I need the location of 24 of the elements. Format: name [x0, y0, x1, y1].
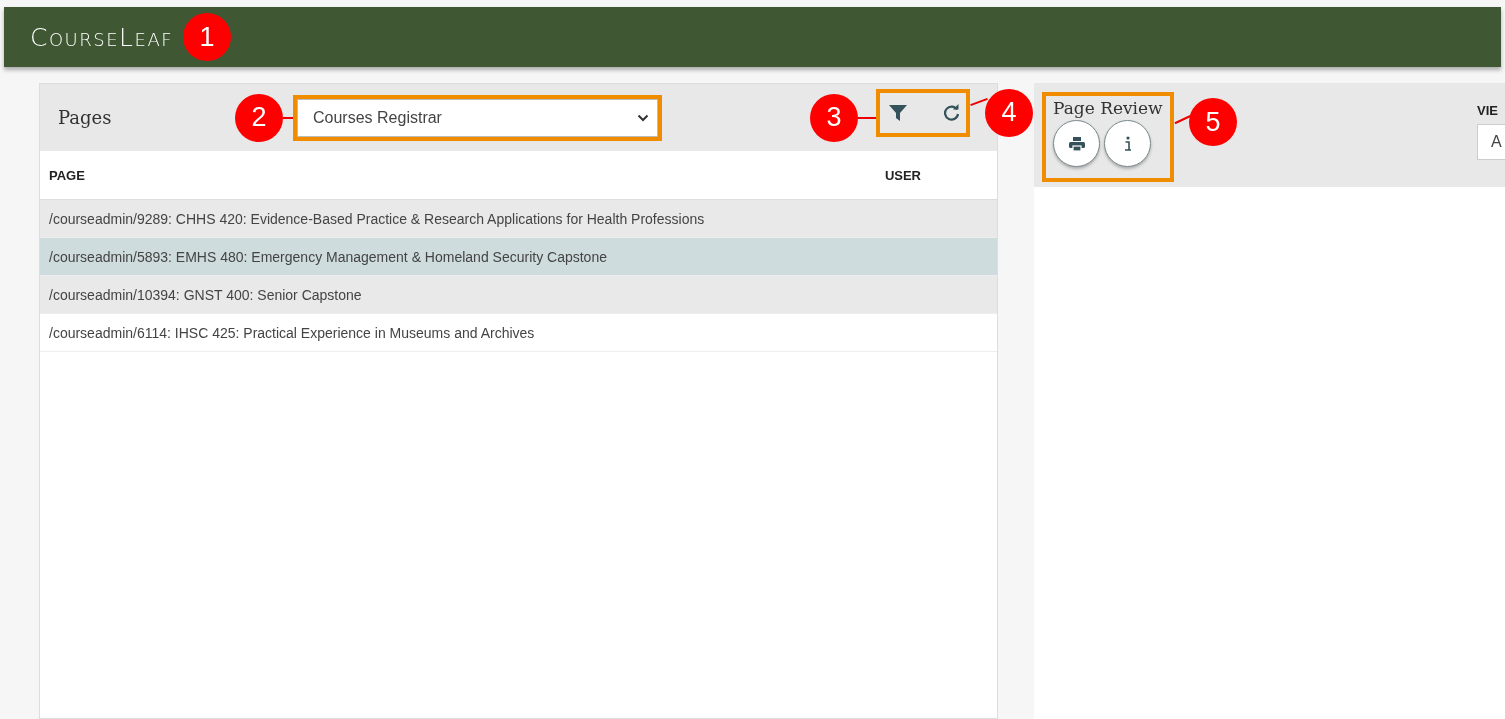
panel-title: Page Review: [1053, 98, 1164, 118]
chevron-down-icon: [637, 113, 649, 122]
page-row[interactable]: /courseadmin/6114: IHSC 425: Practical Experience in Museums and Archives: [40, 314, 997, 352]
logo-text[interactable]: CourseLeaf: [30, 22, 174, 52]
filter-icon[interactable]: [889, 104, 907, 121]
leader-line: [858, 116, 876, 119]
column-header: PAGE: [49, 167, 85, 183]
callout-number: 2: [235, 93, 283, 142]
print-button[interactable]: [1053, 120, 1100, 167]
callout-number: 3: [810, 93, 858, 142]
refresh-icon[interactable]: [943, 104, 960, 121]
callout-number: 5: [1189, 98, 1237, 146]
info-icon: [1123, 135, 1132, 152]
page-row[interactable]: /courseadmin/10394: GNST 400: Senior Capstone: [40, 276, 997, 314]
column-header: USER: [884, 167, 921, 183]
pages-dropdown[interactable]: Courses Registrar: [297, 98, 658, 137]
printer-icon: [1068, 136, 1085, 151]
view-field[interactable]: A: [1477, 124, 1505, 160]
view-label: VIE: [1477, 103, 1499, 118]
callout-number: 1: [183, 13, 232, 61]
callout-number: 4: [985, 88, 1033, 137]
page-row[interactable]: /courseadmin/9289: CHHS 420: Evidence-Based Practice & Research Applications for Health Professions: [40, 200, 997, 238]
page-row[interactable]: /courseadmin/5893: EMHS 480: Emergency Management & Homeland Security Capstone: [40, 238, 997, 276]
panel-title: Pages: [58, 107, 113, 128]
